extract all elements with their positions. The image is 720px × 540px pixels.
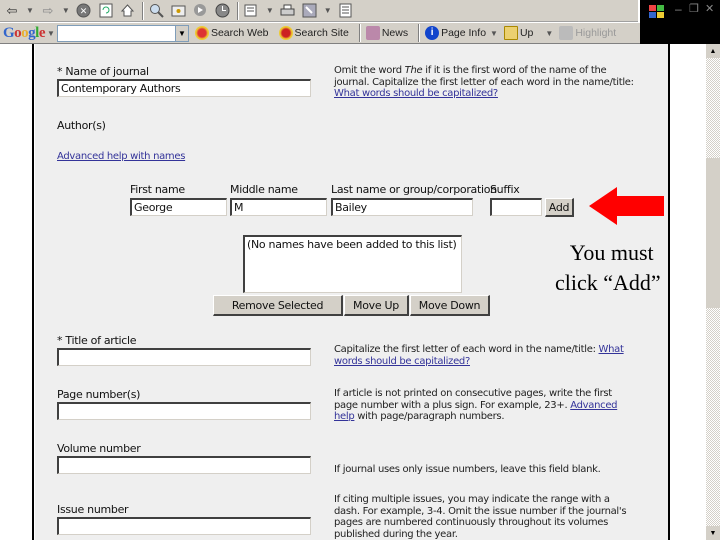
news-button[interactable]: News bbox=[365, 24, 408, 42]
google-toolbar: Google ▼ ▼ Search Web Search Site News i… bbox=[0, 23, 640, 44]
article-title-label: * Title of article bbox=[57, 334, 137, 347]
right-margin bbox=[670, 44, 706, 540]
suffix-input[interactable] bbox=[490, 198, 542, 216]
volume-number-input[interactable] bbox=[57, 456, 311, 474]
article-title-input[interactable] bbox=[57, 348, 311, 366]
authors-list-placeholder: (No names have been added to this list) bbox=[247, 238, 457, 251]
windows-logo-icon bbox=[649, 5, 664, 18]
left-margin bbox=[0, 44, 34, 540]
mail-icon[interactable] bbox=[244, 2, 260, 20]
google-menu-dropdown-icon[interactable]: ▼ bbox=[47, 29, 55, 38]
search-web-button[interactable]: Search Web bbox=[194, 24, 269, 42]
page-numbers-help: If article is not printed on consecutive… bbox=[334, 388, 618, 422]
discuss-icon[interactable] bbox=[338, 2, 354, 20]
mail-dropdown-icon[interactable]: ▼ bbox=[266, 6, 274, 15]
journal-name-label: * Name of journal bbox=[57, 65, 149, 78]
back-icon[interactable]: ⇦ bbox=[4, 2, 20, 20]
add-instruction-callout: You must click “Add” bbox=[555, 240, 661, 295]
move-up-button[interactable]: Move Up bbox=[344, 295, 409, 316]
standard-toolbar: ⇦ ▼ ⇨ ▼ ✕ ▼ ▼ bbox=[0, 0, 638, 22]
page-info-button[interactable]: i Page Info bbox=[425, 24, 486, 42]
svg-text:✕: ✕ bbox=[80, 6, 88, 16]
journal-name-input[interactable]: Contemporary Authors bbox=[57, 79, 311, 97]
journal-name-help: Omit the word The if it is the first wor… bbox=[334, 65, 634, 99]
info-icon: i bbox=[425, 26, 440, 40]
restore-button[interactable]: ❐ bbox=[689, 2, 699, 15]
google-search-input[interactable] bbox=[56, 24, 175, 42]
print-icon[interactable] bbox=[280, 2, 296, 20]
scroll-up-arrow-icon[interactable]: ▲ bbox=[706, 44, 720, 58]
page-numbers-input[interactable] bbox=[57, 402, 311, 420]
back-dropdown-icon[interactable]: ▼ bbox=[26, 6, 34, 15]
minimize-button[interactable]: – bbox=[675, 2, 682, 16]
vertical-scrollbar[interactable]: ▲ ▼ bbox=[706, 44, 720, 540]
highlighter-icon bbox=[559, 26, 574, 40]
stop-icon[interactable]: ✕ bbox=[76, 2, 92, 20]
toolbar-separator bbox=[141, 1, 144, 20]
toolbar-separator bbox=[236, 1, 239, 20]
page-numbers-label: Page number(s) bbox=[57, 388, 141, 401]
media-icon[interactable] bbox=[193, 2, 209, 20]
search-site-button[interactable]: Search Site bbox=[278, 24, 349, 42]
window-controls: – ❐ ✕ bbox=[640, 0, 720, 44]
middle-name-label: Middle name bbox=[230, 183, 298, 196]
page-info-dropdown-icon[interactable]: ▼ bbox=[490, 29, 498, 38]
article-title-help: Capitalize the first letter of each word… bbox=[334, 344, 624, 367]
toolbar-separator bbox=[358, 24, 361, 42]
up-dropdown-icon[interactable]: ▼ bbox=[545, 29, 553, 38]
volume-number-label: Volume number bbox=[57, 442, 141, 455]
authors-listbox[interactable]: (No names have been added to this list) bbox=[243, 235, 462, 293]
volume-number-help: If journal uses only issue numbers, leav… bbox=[334, 464, 601, 475]
authors-label: Author(s) bbox=[57, 119, 106, 132]
edit-dropdown-icon[interactable]: ▼ bbox=[324, 6, 332, 15]
last-name-label: Last name or group/corporation bbox=[331, 183, 497, 196]
scrollbar-track[interactable] bbox=[706, 58, 720, 158]
google-search-dropdown-icon[interactable]: ▼ bbox=[174, 24, 189, 42]
scroll-down-arrow-icon[interactable]: ▼ bbox=[706, 526, 720, 540]
remove-selected-button[interactable]: Remove Selected bbox=[213, 295, 343, 316]
google-logo[interactable]: Google bbox=[3, 25, 46, 42]
middle-name-input[interactable]: M bbox=[230, 198, 327, 216]
issue-number-input[interactable] bbox=[57, 517, 311, 535]
search-icon[interactable] bbox=[149, 2, 165, 20]
red-arrow-icon bbox=[589, 187, 664, 225]
move-down-button[interactable]: Move Down bbox=[410, 295, 490, 316]
forward-dropdown-icon[interactable]: ▼ bbox=[62, 6, 70, 15]
search-site-icon bbox=[278, 26, 293, 40]
close-button[interactable]: ✕ bbox=[705, 2, 714, 15]
folder-up-icon bbox=[503, 26, 518, 40]
capitalization-help-link[interactable]: What words should be capitalized? bbox=[334, 88, 498, 99]
first-name-label: First name bbox=[130, 183, 185, 196]
scrollbar-thumb[interactable] bbox=[706, 158, 720, 308]
first-name-input[interactable]: George bbox=[130, 198, 227, 216]
history-icon[interactable] bbox=[215, 2, 231, 20]
suffix-label: Suffix bbox=[490, 183, 520, 196]
issue-number-help: If citing multiple issues, you may indic… bbox=[334, 494, 627, 540]
names-help-link[interactable]: Advanced help with names bbox=[57, 151, 185, 163]
citation-form: * Name of journal Contemporary Authors O… bbox=[35, 44, 670, 540]
news-icon bbox=[365, 26, 380, 40]
edit-icon[interactable] bbox=[302, 2, 318, 20]
last-name-input[interactable]: Bailey bbox=[331, 198, 473, 216]
forward-icon[interactable]: ⇨ bbox=[40, 2, 56, 20]
issue-number-label: Issue number bbox=[57, 503, 129, 516]
refresh-icon[interactable] bbox=[98, 2, 114, 20]
search-web-icon bbox=[194, 26, 209, 40]
scrollbar-track[interactable] bbox=[706, 308, 720, 526]
up-button[interactable]: Up bbox=[503, 24, 533, 42]
favorites-icon[interactable] bbox=[171, 2, 187, 20]
toolbar-separator bbox=[418, 24, 421, 42]
add-author-button[interactable]: Add bbox=[545, 198, 574, 217]
highlight-button[interactable]: Highlight bbox=[559, 24, 616, 42]
home-icon[interactable] bbox=[120, 2, 136, 20]
